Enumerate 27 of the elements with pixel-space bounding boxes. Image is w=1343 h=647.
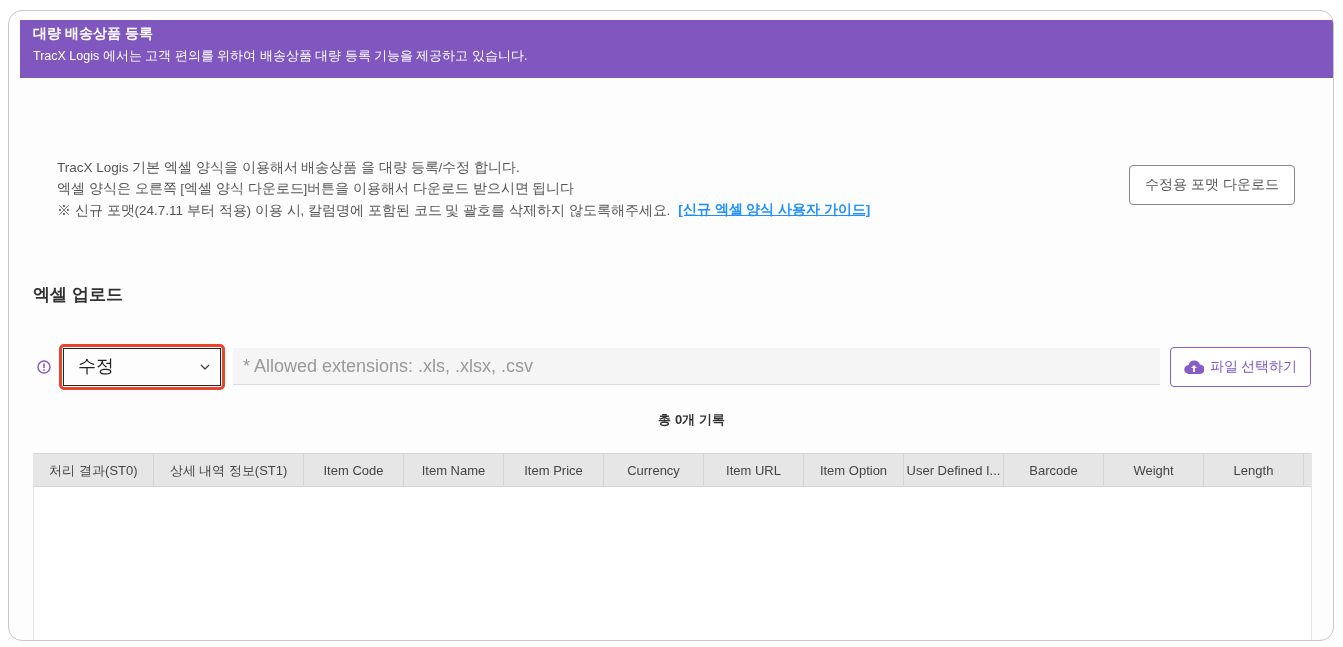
column-header[interactable]: Item Price xyxy=(504,454,604,487)
description-text: 엑셀 양식은 오른쪽 [엑셀 양식 다운로드]버튼을 이용해서 다운로드 받으시면 됩니다 xyxy=(57,180,575,198)
section-title: 엑셀 업로드 xyxy=(33,284,124,307)
banner-title: 대량 배송상품 등록 xyxy=(33,24,154,43)
file-select-button[interactable]: 파일 선택하기 xyxy=(1170,346,1311,387)
column-header[interactable]: Item Option xyxy=(804,454,904,487)
info-icon xyxy=(37,359,51,374)
column-header[interactable]: Barcode xyxy=(1004,454,1104,487)
column-header[interactable]: 처리 결과(ST0) xyxy=(34,454,154,487)
format-download-button[interactable]: 수정용 포맷 다운로드 xyxy=(1129,165,1295,205)
banner-subtitle: TracX Logis 에서는 고객 편의를 위하여 배송상품 대량 등록 기능을 제공하고 있습니다. xyxy=(33,48,529,65)
column-header[interactable]: Item Code xyxy=(304,454,404,487)
chevron-down-icon xyxy=(200,363,210,370)
column-header[interactable]: Weight xyxy=(1104,454,1204,487)
column-header[interactable]: Item Name xyxy=(404,454,504,487)
mode-value: 수정 xyxy=(78,355,114,379)
column-header[interactable]: Length xyxy=(1204,454,1304,487)
column-header[interactable]: 상세 내역 정보(ST1) xyxy=(154,454,304,487)
description-text: TracX Logis 기본 엑셀 양식을 이용해서 배송상품 을 대량 등록/수정 합니다. xyxy=(57,159,520,177)
column-header[interactable]: Item URL xyxy=(704,454,804,487)
cloud-upload-icon xyxy=(1183,358,1204,375)
column-header[interactable]: User Defined I... xyxy=(904,454,1004,487)
description-text: ※ 신규 포맷(24.7.11 부터 적용) 이용 시, 칼럼명에 포함된 코드 및 괄호를 삭제하지 않도록해주세요. xyxy=(57,201,671,220)
file-input-field[interactable]: * Allowed extensions: .xls, .xlsx, .csv xyxy=(233,348,1160,386)
total-count: 총 0개 기록 xyxy=(658,410,725,429)
column-header[interactable]: Currency xyxy=(604,454,704,487)
mode-select[interactable]: 수정 xyxy=(59,343,225,390)
